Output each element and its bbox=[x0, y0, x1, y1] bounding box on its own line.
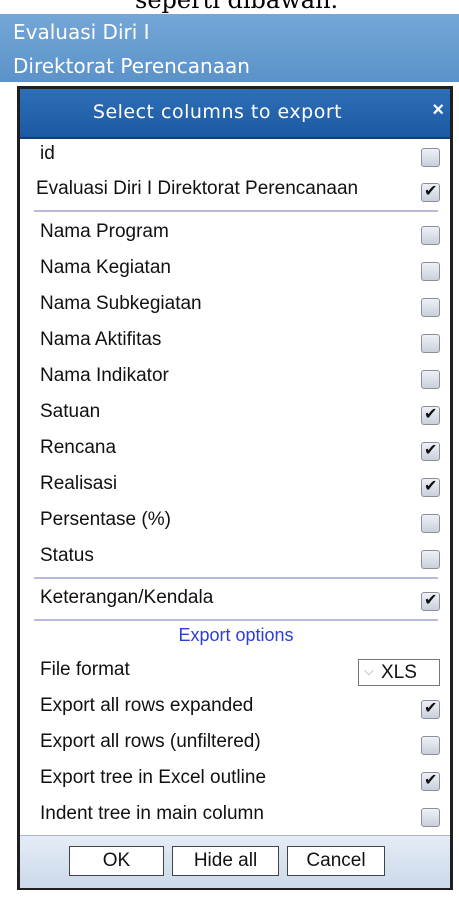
close-icon[interactable]: × bbox=[432, 99, 444, 122]
column-checkbox[interactable] bbox=[421, 181, 440, 202]
file-format-label: File format bbox=[40, 659, 130, 680]
column-label: Status bbox=[40, 545, 94, 566]
export-option-checkbox[interactable] bbox=[421, 698, 440, 719]
column-row-nama-indikator[interactable]: Nama Indikator bbox=[34, 361, 440, 397]
column-label: Nama Kegiatan bbox=[40, 257, 171, 278]
dialog-footer: OK Hide all Cancel bbox=[20, 835, 450, 888]
export-options-heading: Export options bbox=[178, 625, 294, 645]
export-option-checkbox[interactable] bbox=[421, 770, 440, 791]
column-checkbox[interactable] bbox=[421, 148, 440, 167]
column-row-rencana[interactable]: Rencana bbox=[34, 433, 440, 469]
cancel-button[interactable]: Cancel bbox=[287, 846, 385, 876]
hide-all-button[interactable]: Hide all bbox=[172, 846, 279, 876]
column-row-persentase[interactable]: Persentase (%) bbox=[34, 505, 440, 541]
column-row-satuan[interactable]: Satuan bbox=[34, 397, 440, 433]
page-top-text-fragment: seperti dibawah. bbox=[0, 0, 459, 14]
file-format-row: File format ⌵ XLS bbox=[34, 655, 440, 691]
background-report-header: Evaluasi Diri I Direktorat Perencanaan bbox=[0, 14, 459, 82]
column-checkbox[interactable] bbox=[421, 298, 440, 317]
column-row-evaluasi[interactable]: Evaluasi Diri I Direktorat Perencanaan bbox=[34, 174, 440, 210]
column-row-nama-program[interactable]: Nama Program bbox=[34, 217, 440, 253]
export-option-checkbox[interactable] bbox=[421, 808, 440, 827]
divider bbox=[34, 619, 438, 621]
chevron-down-icon: ⌵ bbox=[364, 663, 374, 678]
column-label: Evaluasi Diri I Direktorat Perencanaan bbox=[36, 178, 359, 199]
column-row-status[interactable]: Status bbox=[34, 541, 440, 577]
column-label: Keterangan/Kendala bbox=[40, 587, 214, 608]
export-option-row-expanded[interactable]: Export all rows expanded bbox=[34, 691, 440, 727]
column-label: Nama Aktifitas bbox=[40, 329, 162, 350]
column-row-nama-kegiatan[interactable]: Nama Kegiatan bbox=[34, 253, 440, 289]
column-checkbox[interactable] bbox=[421, 262, 440, 281]
file-format-value: XLS bbox=[381, 662, 417, 683]
column-checkbox[interactable] bbox=[421, 440, 440, 461]
report-title-line2: Direktorat Perencanaan bbox=[13, 54, 250, 78]
export-option-label: Export tree in Excel outline bbox=[40, 767, 267, 788]
dialog-title-bar[interactable]: Select columns to export × bbox=[20, 89, 450, 139]
dialog-title: Select columns to export bbox=[92, 101, 343, 123]
ok-button[interactable]: OK bbox=[69, 846, 164, 876]
divider bbox=[34, 577, 438, 579]
export-option-label: Export all rows (unfiltered) bbox=[40, 731, 261, 752]
page-top-text: seperti dibawah. bbox=[135, 0, 339, 14]
column-label: Persentase (%) bbox=[40, 509, 171, 530]
column-checkbox[interactable] bbox=[421, 404, 440, 425]
divider bbox=[34, 210, 438, 212]
column-row-id[interactable]: id bbox=[34, 139, 440, 175]
column-checkbox[interactable] bbox=[421, 370, 440, 389]
column-label: Nama Indikator bbox=[40, 365, 169, 386]
export-columns-dialog: Select columns to export × id Evaluasi D… bbox=[17, 86, 453, 890]
column-checkbox[interactable] bbox=[421, 514, 440, 533]
column-checkbox[interactable] bbox=[421, 590, 440, 611]
column-label: Nama Subkegiatan bbox=[40, 293, 202, 314]
file-format-select[interactable]: ⌵ XLS bbox=[358, 659, 440, 686]
column-label: Rencana bbox=[40, 437, 117, 458]
export-option-row-tree-outline[interactable]: Export tree in Excel outline bbox=[34, 763, 440, 799]
export-option-label: Indent tree in main column bbox=[40, 803, 264, 824]
column-row-nama-subkegiatan[interactable]: Nama Subkegiatan bbox=[34, 289, 440, 325]
column-label: Realisasi bbox=[40, 473, 118, 494]
column-row-realisasi[interactable]: Realisasi bbox=[34, 469, 440, 505]
export-option-label: Export all rows expanded bbox=[40, 695, 254, 716]
column-checkbox[interactable] bbox=[421, 550, 440, 569]
report-title-line1: Evaluasi Diri I bbox=[13, 20, 150, 44]
column-label: id bbox=[40, 143, 55, 164]
column-checkbox[interactable] bbox=[421, 226, 440, 245]
export-option-checkbox[interactable] bbox=[421, 736, 440, 755]
export-option-row-indent-tree[interactable]: Indent tree in main column bbox=[34, 799, 440, 835]
column-label: Satuan bbox=[40, 401, 101, 422]
export-option-row-unfiltered[interactable]: Export all rows (unfiltered) bbox=[34, 727, 440, 763]
column-row-keterangan[interactable]: Keterangan/Kendala bbox=[34, 583, 440, 619]
column-label: Nama Program bbox=[40, 221, 169, 242]
column-checkbox[interactable] bbox=[421, 476, 440, 497]
column-row-nama-aktifitas[interactable]: Nama Aktifitas bbox=[34, 325, 440, 361]
column-checkbox[interactable] bbox=[421, 334, 440, 353]
